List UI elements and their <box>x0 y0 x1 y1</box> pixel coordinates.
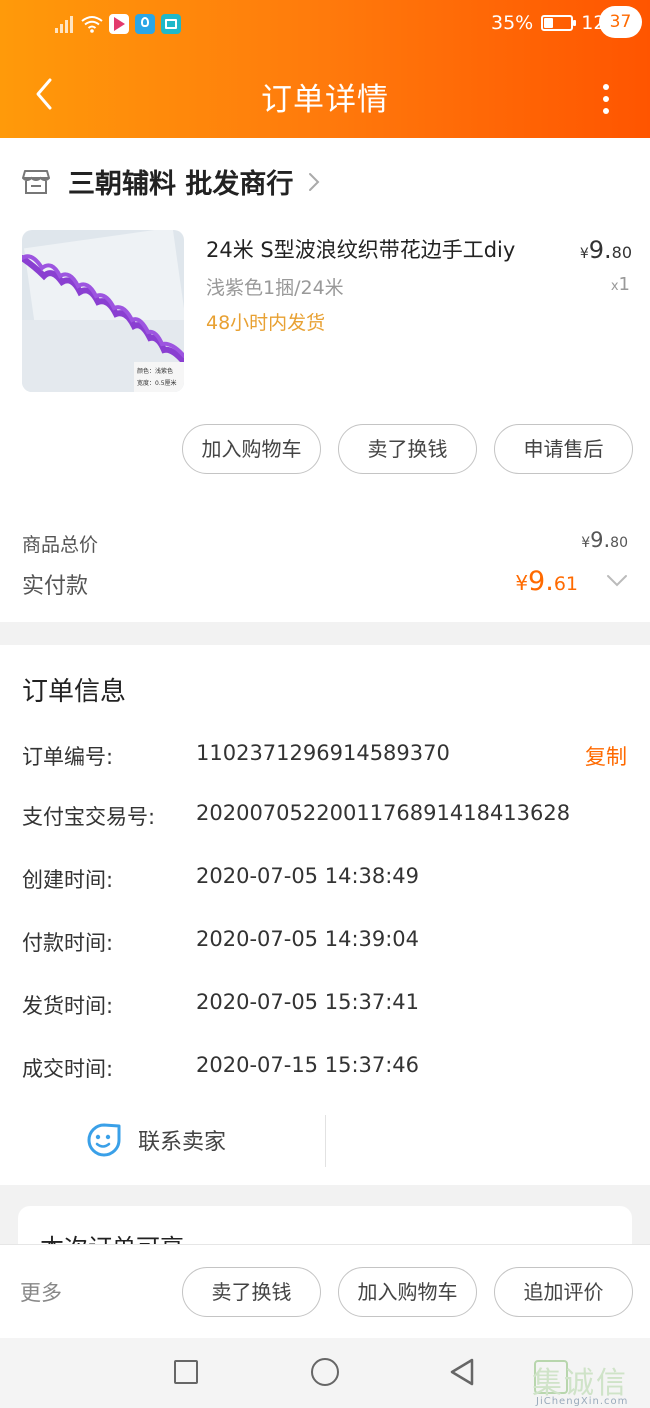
paid-amount-label: 实付款 <box>22 574 89 599</box>
recent-apps-icon[interactable] <box>174 1360 198 1384</box>
lightbulb-app-icon <box>135 14 155 34</box>
resell-bottom-button[interactable]: 卖了换钱 <box>182 1267 321 1317</box>
contact-seller-label: 联系卖家 <box>138 1130 227 1155</box>
add-to-cart-bottom-button[interactable]: 加入购物车 <box>338 1267 477 1317</box>
nav-bar: 订单详情 <box>0 52 650 138</box>
paid-time-value: 2020-07-05 14:39:04 <box>196 927 420 951</box>
product-quantity: x1 <box>611 274 630 295</box>
more-vertical-icon[interactable] <box>596 84 616 120</box>
chevron-right-icon <box>309 172 320 191</box>
shop-name[interactable]: 三朝辅料 批发商行 <box>68 162 293 201</box>
watermark-url: JiChengXin.com <box>536 1396 629 1407</box>
alipay-trade-label: 支付宝交易号: <box>22 805 156 829</box>
paid-main: 9. <box>528 566 554 597</box>
price-main: 9. <box>588 236 612 264</box>
total-price-value: ¥9.80 <box>581 528 628 552</box>
completed-time-value: 2020-07-15 15:37:46 <box>196 1053 420 1077</box>
chevron-down-icon[interactable] <box>606 574 628 588</box>
alipay-trade-value: 2020070522001176891418413628 <box>196 801 571 825</box>
resell-button[interactable]: 卖了换钱 <box>338 424 477 474</box>
product-price: ¥9.80 <box>580 236 632 264</box>
paid-symbol: ¥ <box>515 571 529 595</box>
order-number-label: 订单编号: <box>22 745 114 769</box>
completed-time-label: 成交时间: <box>22 1057 114 1081</box>
total-price-label: 商品总价 <box>22 534 99 556</box>
shipped-time-value: 2020-07-05 15:37:41 <box>196 990 420 1014</box>
price-symbol: ¥ <box>579 246 589 262</box>
image-caption-1: 颜色：浅紫色 <box>137 368 174 375</box>
add-review-button[interactable]: 追加评价 <box>494 1267 633 1317</box>
total-main: 9. <box>590 528 611 552</box>
product-image[interactable]: 颜色：浅紫色 宽度：0.5厘米 <box>22 230 184 392</box>
shipping-note: 48小时内发货 <box>206 312 326 334</box>
more-button[interactable]: 更多 <box>20 1277 62 1307</box>
back-triangle-icon[interactable] <box>448 1357 476 1387</box>
order-number-value: 1102371296914589370 <box>196 741 450 765</box>
home-icon[interactable] <box>311 1358 339 1386</box>
shop-card: 三朝辅料 批发商行 颜色：浅紫色 宽度：0.5厘米 24米 S型波浪纹织带花边手… <box>0 138 650 622</box>
battery-fill <box>544 18 554 28</box>
signal-icon <box>55 15 75 33</box>
app-notification-icon <box>109 14 129 34</box>
battery-icon <box>541 15 577 31</box>
created-time-label: 创建时间: <box>22 868 114 892</box>
order-info-card: 订单信息 订单编号: 1102371296914589370 复制 支付宝交易号… <box>0 645 650 1185</box>
shipped-time-label: 发货时间: <box>22 994 114 1018</box>
paid-cents: 61 <box>553 573 578 595</box>
status-bar: 35% 12:53 <box>0 0 650 52</box>
price-cents: 80 <box>611 243 632 262</box>
shop-link[interactable]: 三朝辅料 批发商行 <box>22 162 321 201</box>
product-spec: 浅紫色1捆/24米 <box>206 277 344 299</box>
book-app-icon <box>161 14 181 34</box>
bottom-action-bar: 更多 卖了换钱 加入购物车 追加评价 <box>0 1244 650 1338</box>
paid-amount-value[interactable]: ¥9.61 <box>515 566 578 597</box>
page-title: 订单详情 <box>261 82 389 118</box>
product-title[interactable]: 24米 S型波浪纹织带花边手工diy <box>206 234 515 264</box>
store-icon <box>22 169 50 194</box>
qty-prefix: x <box>610 279 619 294</box>
battery-percent: 35% <box>491 12 534 34</box>
divider <box>325 1115 326 1167</box>
message-badge[interactable]: 37 <box>599 6 642 38</box>
watermark-logo: 集诚信 JiChengXin.com <box>532 1358 650 1408</box>
wifi-icon <box>81 16 103 33</box>
total-cents: 80 <box>610 535 628 551</box>
chat-face-icon <box>87 1123 121 1157</box>
header: 35% 12:53 订单详情 37 <box>0 0 650 138</box>
after-sales-button[interactable]: 申请售后 <box>494 424 633 474</box>
paid-time-label: 付款时间: <box>22 931 114 955</box>
image-caption-2: 宽度：0.5厘米 <box>137 380 177 387</box>
total-symbol: ¥ <box>581 535 591 551</box>
add-to-cart-button[interactable]: 加入购物车 <box>182 424 321 474</box>
qty-value: 1 <box>618 274 630 295</box>
contact-seller-button[interactable]: 联系卖家 <box>86 1122 226 1158</box>
created-time-value: 2020-07-05 14:38:49 <box>196 864 420 888</box>
copy-order-number-button[interactable]: 复制 <box>585 741 627 771</box>
order-info-title: 订单信息 <box>22 677 127 707</box>
status-icons-left <box>55 14 181 34</box>
